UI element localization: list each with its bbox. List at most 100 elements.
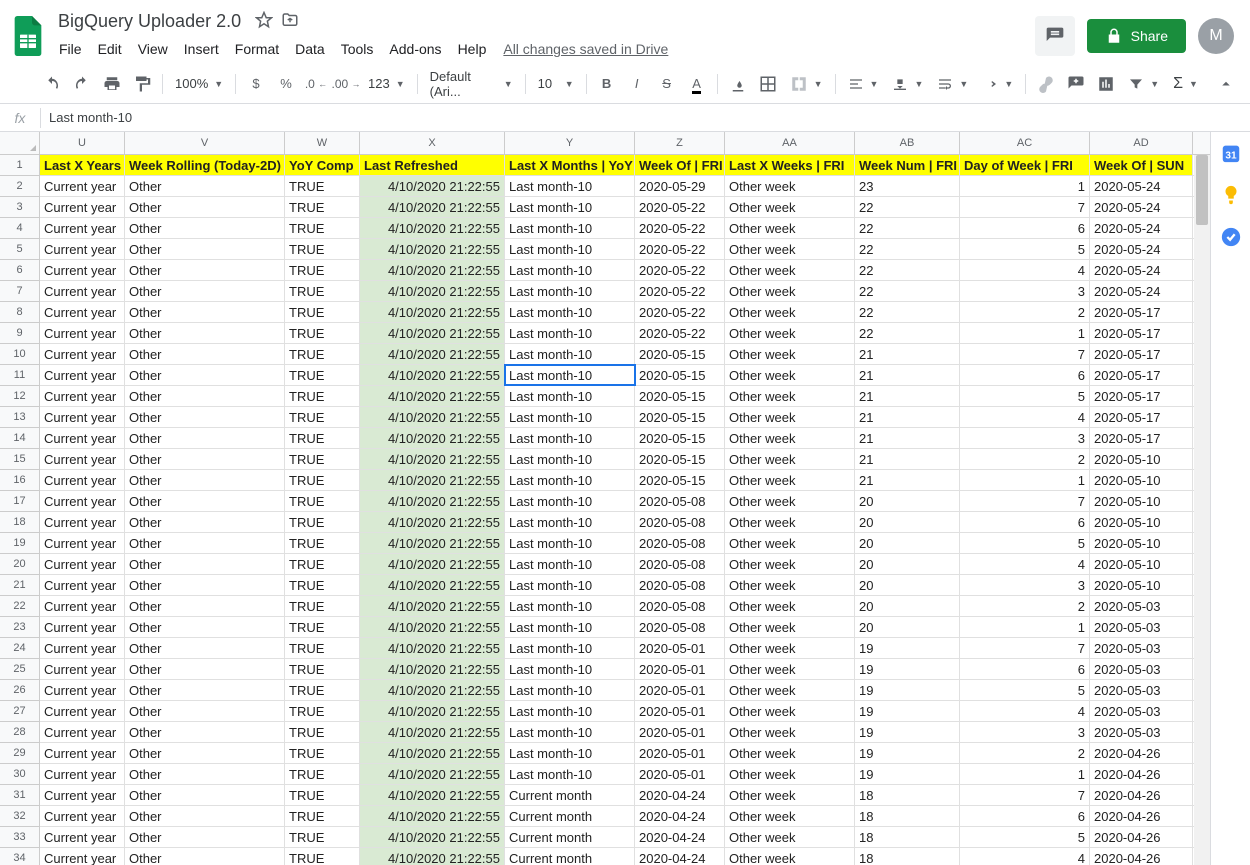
bold-button[interactable]: B: [593, 70, 621, 98]
cell[interactable]: 4/10/2020 21:22:55: [360, 197, 505, 217]
row-header[interactable]: 34: [0, 848, 39, 865]
cell[interactable]: Current year: [40, 344, 125, 364]
column-header-aa[interactable]: AA: [725, 132, 855, 154]
cell[interactable]: 2020-05-08: [635, 491, 725, 511]
cell[interactable]: 2020-05-24: [1090, 239, 1193, 259]
cell[interactable]: Other week: [725, 218, 855, 238]
column-header-x[interactable]: X: [360, 132, 505, 154]
cell[interactable]: Current year: [40, 680, 125, 700]
insert-link-button[interactable]: [1032, 70, 1060, 98]
row-header[interactable]: 29: [0, 743, 39, 764]
cell[interactable]: 4/10/2020 21:22:55: [360, 281, 505, 301]
cell[interactable]: Current year: [40, 575, 125, 595]
tasks-icon[interactable]: [1220, 226, 1242, 248]
cell[interactable]: 2020-05-15: [635, 407, 725, 427]
menu-edit[interactable]: Edit: [91, 37, 129, 61]
row-header[interactable]: 6: [0, 260, 39, 281]
italic-button[interactable]: I: [623, 70, 651, 98]
cell[interactable]: 2020-05-22: [635, 197, 725, 217]
cell[interactable]: 2020-04-26: [1090, 848, 1193, 865]
cell[interactable]: 2020-05-01: [635, 680, 725, 700]
cell[interactable]: Other week: [725, 407, 855, 427]
cell[interactable]: Other week: [725, 491, 855, 511]
cell[interactable]: 2020-05-03: [1090, 722, 1193, 742]
cell[interactable]: 2020-05-24: [1090, 260, 1193, 280]
row-header[interactable]: 16: [0, 470, 39, 491]
cell[interactable]: Other week: [725, 239, 855, 259]
row-header[interactable]: 2: [0, 176, 39, 197]
cell[interactable]: Other week: [725, 260, 855, 280]
cell[interactable]: Other week: [725, 680, 855, 700]
cell[interactable]: Other week: [725, 848, 855, 865]
cell[interactable]: 5: [960, 680, 1090, 700]
cell[interactable]: Last month-10: [505, 596, 635, 616]
cell[interactable]: Other: [125, 596, 285, 616]
row-header[interactable]: 30: [0, 764, 39, 785]
cell[interactable]: 3: [960, 428, 1090, 448]
cell[interactable]: Current year: [40, 512, 125, 532]
cell[interactable]: 2020-05-17: [1090, 323, 1193, 343]
cell[interactable]: TRUE: [285, 386, 360, 406]
row-header[interactable]: 22: [0, 596, 39, 617]
cell[interactable]: Current year: [40, 491, 125, 511]
cell[interactable]: Other week: [725, 365, 855, 385]
cell[interactable]: 3: [960, 281, 1090, 301]
cell[interactable]: 2020-04-26: [1090, 743, 1193, 763]
cell[interactable]: Last month-10: [505, 197, 635, 217]
cell[interactable]: 4/10/2020 21:22:55: [360, 575, 505, 595]
insert-comment-button[interactable]: [1062, 70, 1090, 98]
print-button[interactable]: [98, 70, 126, 98]
cell[interactable]: Day of Week | FRI: [960, 155, 1090, 175]
cell[interactable]: Last month-10: [505, 764, 635, 784]
cell[interactable]: 19: [855, 764, 960, 784]
collapse-toolbar-button[interactable]: [1212, 70, 1240, 98]
cell[interactable]: 21: [855, 407, 960, 427]
cell[interactable]: 2020-05-03: [1090, 701, 1193, 721]
vertical-scroll-thumb[interactable]: [1196, 155, 1208, 225]
cell[interactable]: Other: [125, 533, 285, 553]
cell[interactable]: 2020-05-08: [635, 596, 725, 616]
keep-icon[interactable]: [1220, 184, 1242, 206]
cell[interactable]: TRUE: [285, 701, 360, 721]
row-header[interactable]: 7: [0, 281, 39, 302]
row-header[interactable]: 24: [0, 638, 39, 659]
cell[interactable]: Current year: [40, 533, 125, 553]
column-header-w[interactable]: W: [285, 132, 360, 154]
cell[interactable]: 22: [855, 281, 960, 301]
cell[interactable]: Other: [125, 344, 285, 364]
cell[interactable]: 4/10/2020 21:22:55: [360, 596, 505, 616]
row-header[interactable]: 17: [0, 491, 39, 512]
cell[interactable]: TRUE: [285, 827, 360, 847]
column-header-z[interactable]: Z: [635, 132, 725, 154]
cell[interactable]: 4/10/2020 21:22:55: [360, 470, 505, 490]
cell[interactable]: TRUE: [285, 743, 360, 763]
increase-decimal-button[interactable]: .00 →: [332, 70, 360, 98]
cell[interactable]: 4/10/2020 21:22:55: [360, 764, 505, 784]
row-header[interactable]: 18: [0, 512, 39, 533]
cell[interactable]: 4/10/2020 21:22:55: [360, 512, 505, 532]
cell[interactable]: 4/10/2020 21:22:55: [360, 491, 505, 511]
cell[interactable]: Week Num | FRI: [855, 155, 960, 175]
cell[interactable]: 2020-05-10: [1090, 491, 1193, 511]
menu-format[interactable]: Format: [228, 37, 286, 61]
cell[interactable]: 4/10/2020 21:22:55: [360, 428, 505, 448]
cell[interactable]: 2020-05-08: [635, 617, 725, 637]
cell[interactable]: 2020-05-24: [1090, 197, 1193, 217]
text-color-button[interactable]: A: [683, 70, 711, 98]
cell[interactable]: 7: [960, 197, 1090, 217]
undo-button[interactable]: [38, 70, 66, 98]
menu-data[interactable]: Data: [288, 37, 332, 61]
cell[interactable]: 2020-04-26: [1090, 806, 1193, 826]
cell[interactable]: 6: [960, 512, 1090, 532]
cell[interactable]: Other week: [725, 764, 855, 784]
cell[interactable]: 7: [960, 785, 1090, 805]
cell[interactable]: 2020-05-22: [635, 323, 725, 343]
cell[interactable]: 4/10/2020 21:22:55: [360, 302, 505, 322]
font-size-dropdown[interactable]: 10▼: [532, 70, 580, 98]
cell[interactable]: Current year: [40, 218, 125, 238]
sheets-logo-icon[interactable]: [8, 16, 48, 56]
cell[interactable]: Current year: [40, 827, 125, 847]
cell[interactable]: TRUE: [285, 407, 360, 427]
cell[interactable]: 5: [960, 239, 1090, 259]
column-header-y[interactable]: Y: [505, 132, 635, 154]
